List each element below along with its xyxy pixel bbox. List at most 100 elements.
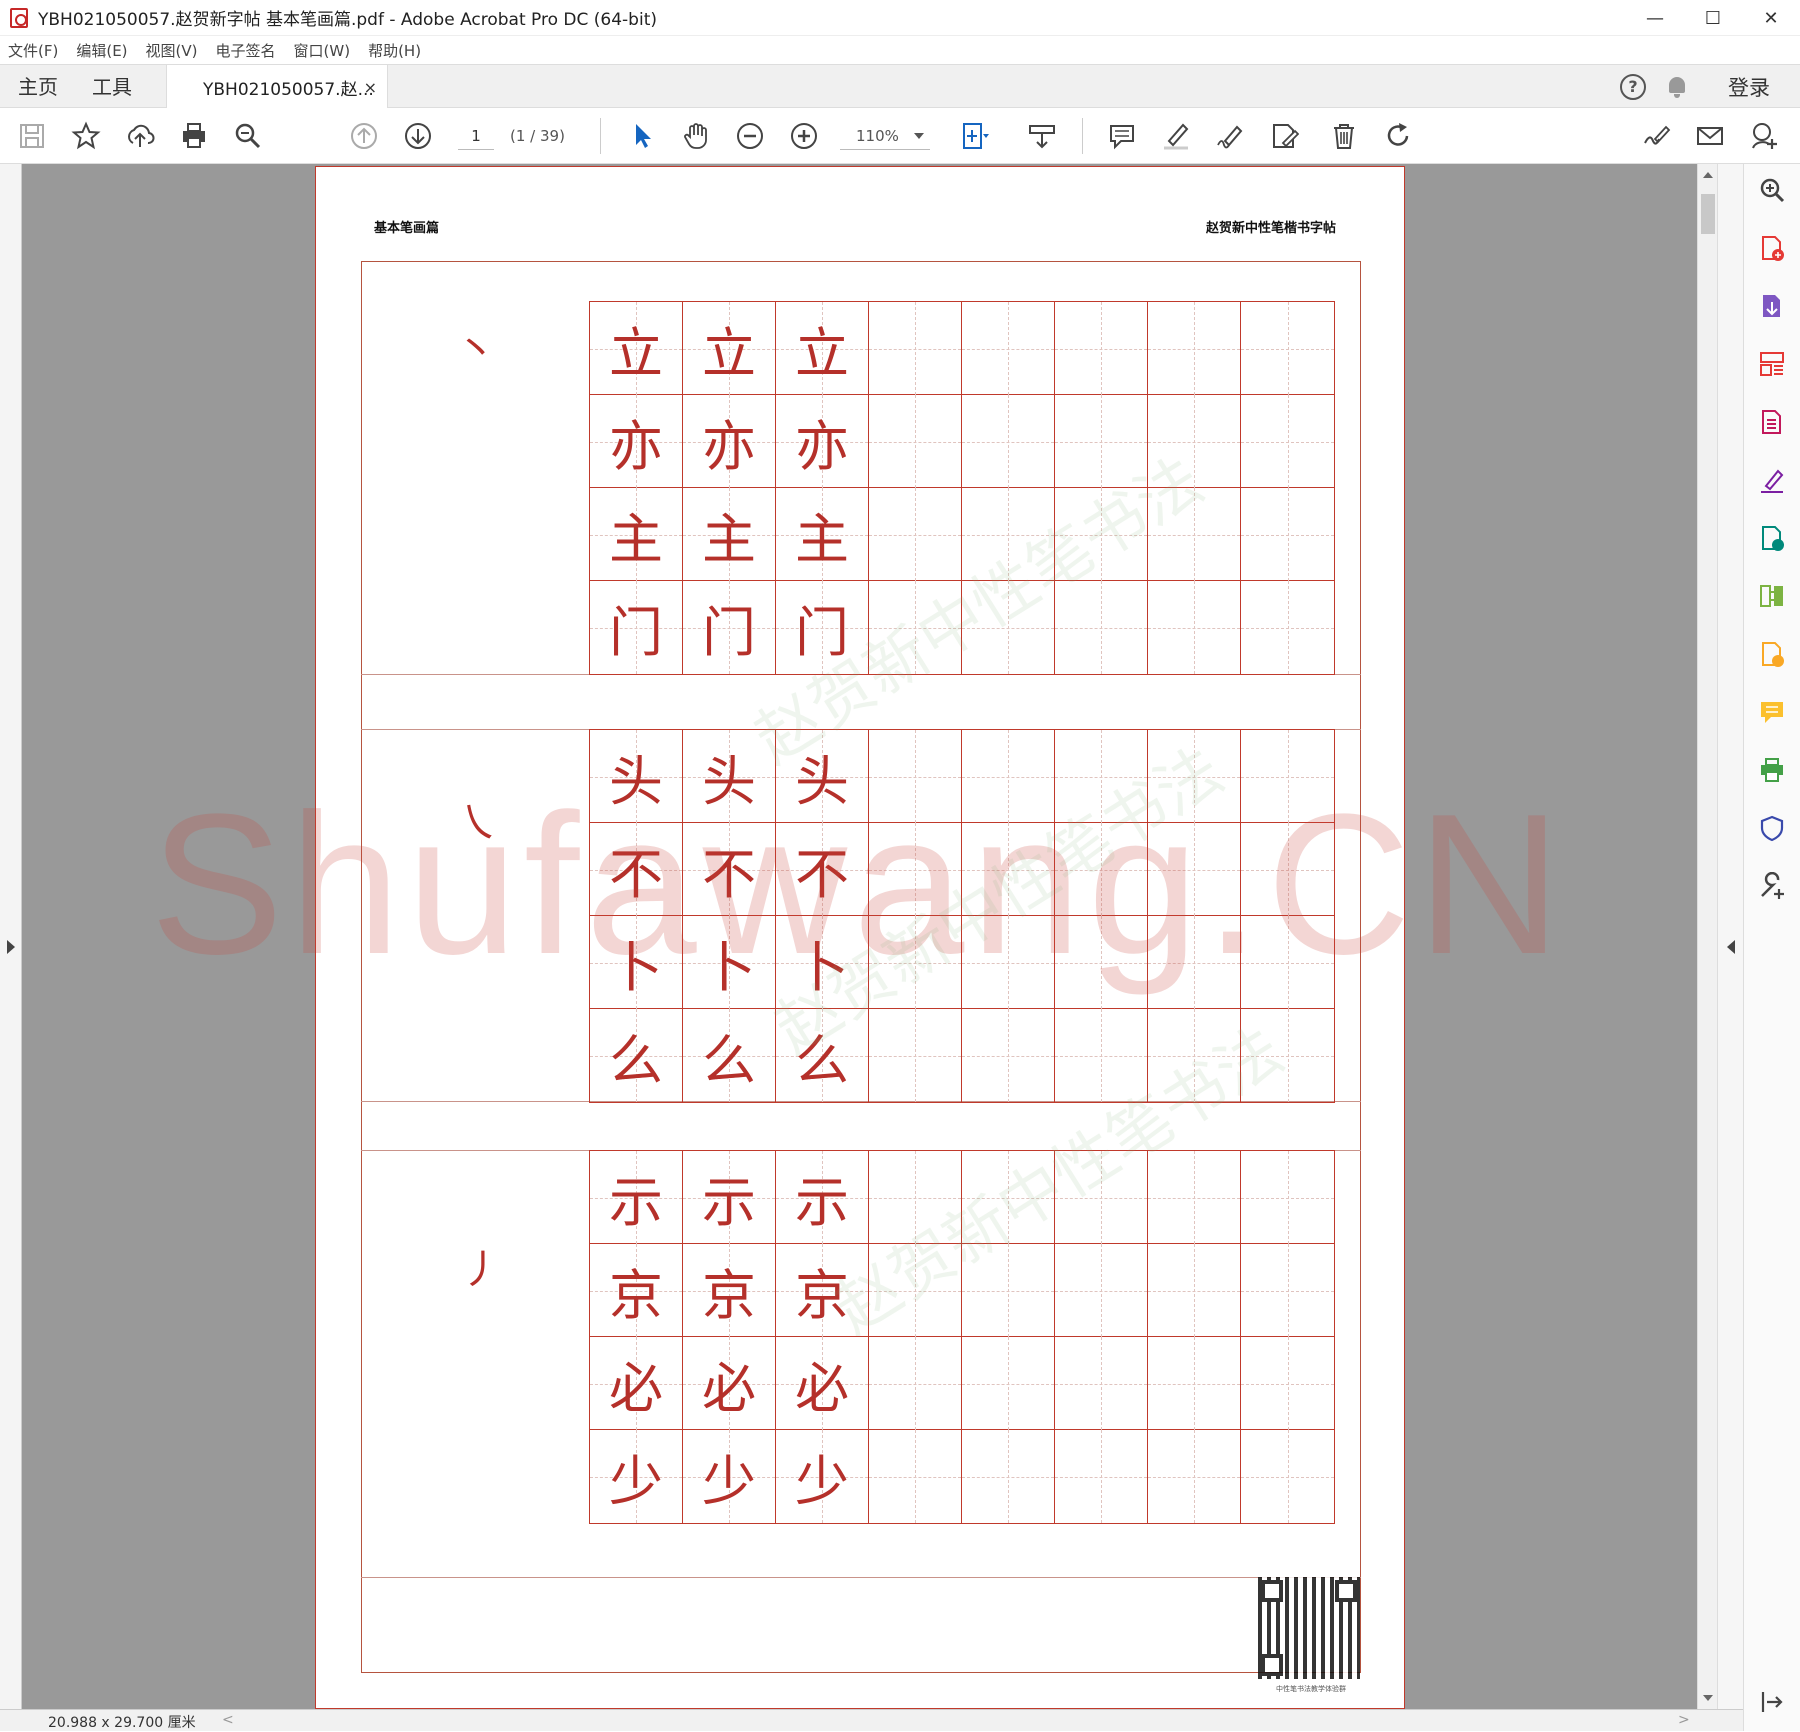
collapse-pane-icon[interactable]	[1758, 1688, 1786, 1716]
protect-shield-icon[interactable]	[1758, 814, 1786, 842]
previous-page-icon[interactable]	[348, 120, 380, 152]
notification-bell-icon[interactable]	[1666, 75, 1688, 99]
grid-cell: 卜	[683, 916, 776, 1009]
grid-cell	[1055, 302, 1148, 395]
grid-row: 卜卜卜	[590, 916, 1334, 1009]
more-tools-icon[interactable]	[1758, 872, 1786, 900]
menu-help[interactable]: 帮助(H)	[368, 40, 421, 61]
left-panel-toggle[interactable]	[0, 164, 22, 1709]
menu-view[interactable]: 视图(V)	[146, 40, 198, 61]
grid-cell: 不	[590, 823, 683, 916]
tab-home[interactable]: 主页	[18, 65, 58, 109]
grid-cell: 京	[683, 1244, 776, 1337]
zoom-out-icon[interactable]	[734, 120, 766, 152]
grid-cell: 亦	[683, 395, 776, 488]
organize-pages-icon[interactable]	[1758, 350, 1786, 378]
cloud-upload-icon[interactable]	[124, 120, 156, 152]
print-production-icon[interactable]	[1758, 756, 1786, 784]
select-cursor-icon[interactable]	[626, 120, 658, 152]
zoom-search-icon[interactable]	[232, 120, 264, 152]
scrollbar-thumb[interactable]	[1701, 194, 1715, 234]
practice-character: 头	[795, 750, 849, 813]
print-icon[interactable]	[178, 120, 210, 152]
save-icon[interactable]	[16, 120, 48, 152]
export-pdf-icon[interactable]	[1758, 292, 1786, 320]
edit-pdf-icon[interactable]	[1758, 408, 1786, 436]
comment-icon[interactable]	[1106, 120, 1138, 152]
grid-row: 不不不	[590, 823, 1334, 916]
zoom-in-icon[interactable]	[788, 120, 820, 152]
grid-cell	[1055, 1337, 1148, 1430]
tab-tools[interactable]: 工具	[92, 65, 132, 109]
grid-cell: 门	[590, 581, 683, 674]
menu-edit[interactable]: 编辑(E)	[76, 40, 127, 61]
grid-cell	[1241, 1009, 1334, 1102]
menu-file[interactable]: 文件(F)	[8, 40, 58, 61]
combine-files-icon[interactable]	[1758, 640, 1786, 668]
grid-cell	[962, 488, 1055, 581]
scroll-mode-icon[interactable]	[1026, 120, 1058, 152]
menu-window[interactable]: 窗口(W)	[294, 40, 351, 61]
zoom-level-select[interactable]: 110%	[840, 122, 930, 150]
compare-files-icon[interactable]	[1758, 582, 1786, 610]
hand-tool-icon[interactable]	[680, 120, 712, 152]
practice-character: 主	[609, 508, 663, 571]
practice-character: 京	[609, 1264, 663, 1327]
maximize-button[interactable]: ☐	[1684, 0, 1742, 36]
scroll-up-arrow-icon[interactable]	[1703, 172, 1713, 178]
right-panel-toggle[interactable]	[1717, 164, 1743, 1709]
practice-character: 不	[702, 843, 756, 906]
practice-character: 必	[795, 1357, 849, 1420]
rotate-icon[interactable]	[1382, 120, 1414, 152]
document-tab-label: YBH021050057.赵...	[203, 79, 374, 100]
grid-cell	[1055, 1244, 1148, 1337]
search-zoom-icon[interactable]	[1758, 176, 1786, 204]
grid-cell: 么	[590, 1009, 683, 1102]
tab-document[interactable]: YBH021050057.赵... ×	[166, 65, 388, 109]
fill-sign-tool-icon[interactable]	[1758, 466, 1786, 494]
grid-cell	[962, 916, 1055, 1009]
status-bar: 20.988 x 29.700 厘米 < >	[0, 1709, 1743, 1731]
draw-sign-icon[interactable]	[1214, 120, 1246, 152]
page-fit-icon[interactable]	[958, 120, 990, 152]
grid-row: 头头头	[590, 730, 1334, 823]
edit-document-icon[interactable]	[1268, 120, 1300, 152]
email-icon[interactable]	[1694, 120, 1726, 152]
bookmark-star-icon[interactable]	[70, 120, 102, 152]
scroll-down-arrow-icon[interactable]	[1703, 1695, 1713, 1701]
grid-cell	[1241, 823, 1334, 916]
practice-character: 门	[702, 601, 756, 664]
fill-sign-icon[interactable]	[1640, 120, 1672, 152]
grid-cell	[1148, 916, 1241, 1009]
tab-bar: 主页 工具 YBH021050057.赵... × ? 登录	[0, 64, 1800, 109]
title-bar: YBH021050057.赵贺新字帖 基本笔画篇.pdf - Adobe Acr…	[0, 0, 1800, 36]
send-for-signature-icon[interactable]	[1758, 524, 1786, 552]
grid-cell	[869, 302, 962, 395]
help-icon[interactable]: ?	[1620, 74, 1646, 100]
close-window-button[interactable]: ✕	[1742, 0, 1800, 36]
grid-cell	[1148, 1244, 1241, 1337]
grid-cell: 示	[590, 1151, 683, 1244]
scroll-right-arrow-icon[interactable]: >	[1678, 1712, 1690, 1728]
toolbar-divider	[600, 118, 601, 154]
share-user-icon[interactable]	[1748, 120, 1780, 152]
grid-cell	[869, 823, 962, 916]
menu-esign[interactable]: 电子签名	[216, 40, 276, 61]
grid-cell	[1055, 1009, 1148, 1102]
highlight-pen-icon[interactable]	[1160, 120, 1192, 152]
vertical-scrollbar[interactable]	[1697, 164, 1717, 1709]
minimize-button[interactable]: —	[1626, 0, 1684, 36]
scroll-left-arrow-icon[interactable]: <	[222, 1712, 234, 1728]
grid-cell: 京	[776, 1244, 869, 1337]
next-page-icon[interactable]	[402, 120, 434, 152]
create-pdf-icon[interactable]	[1758, 234, 1786, 262]
comment-tool-icon[interactable]	[1758, 698, 1786, 726]
chevron-left-icon	[1727, 940, 1735, 954]
grid-cell: 立	[776, 302, 869, 395]
page-number-input[interactable]: 1	[458, 122, 494, 150]
close-tab-icon[interactable]: ×	[364, 78, 377, 97]
practice-grid: 示示示京京京必必必少少少	[589, 1150, 1335, 1524]
login-button[interactable]: 登录	[1728, 72, 1770, 102]
grid-cell: 门	[776, 581, 869, 674]
delete-trash-icon[interactable]	[1328, 120, 1360, 152]
